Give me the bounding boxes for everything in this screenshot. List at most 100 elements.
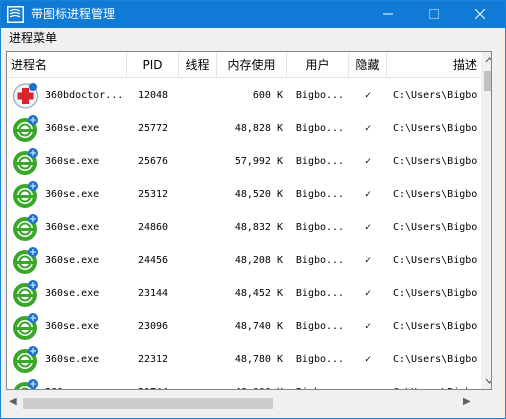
- browser-icon: [11, 378, 40, 389]
- table-row[interactable]: 360se.exe 24860 48,832 K Bigbo... ✓ C:\Users\…: [7, 211, 481, 244]
- process-user: Bigbo...: [295, 321, 345, 332]
- table-row[interactable]: 360se.exe 25312 48,520 K Bigbo... ✓ C:\Users\…: [7, 178, 481, 211]
- column-header-threads[interactable]: 线程: [179, 52, 217, 78]
- table-row[interactable]: 360se.exe 25676 57,992 K Bigbo... ✓ C:\Users\…: [7, 145, 481, 178]
- process-user: Bigbo...: [295, 90, 345, 101]
- horizontal-scrollbar[interactable]: ◀ ▶: [1, 392, 505, 418]
- process-hidden-check: ✓: [349, 376, 387, 389]
- browser-icon: [11, 312, 40, 341]
- process-memory: 48,832 K: [234, 222, 283, 233]
- process-description: C:\Users\Bigbo: [393, 123, 478, 134]
- process-name: 360se.exe: [45, 123, 100, 134]
- scroll-down-icon[interactable]: [481, 372, 492, 389]
- process-description: C:\Users\Bigbo: [393, 156, 478, 167]
- minimize-button[interactable]: [365, 1, 411, 28]
- process-pid: 23096: [137, 321, 169, 332]
- column-header-name[interactable]: 进程名: [7, 52, 127, 78]
- process-name: 360se.exe: [45, 321, 100, 332]
- process-description: C:\Users\Bigbo: [393, 189, 478, 200]
- process-memory: 48,780 K: [234, 354, 283, 365]
- app-icon: [7, 6, 24, 23]
- doctor-icon: [11, 81, 40, 110]
- process-memory: 48,828 K: [234, 123, 283, 134]
- list-header: 进程名 PID 线程 内存使用 用户 隐藏 描述: [7, 52, 481, 78]
- menu-process[interactable]: 进程菜单: [9, 30, 57, 46]
- browser-icon: [11, 345, 40, 374]
- column-header-pid[interactable]: PID: [127, 52, 179, 78]
- process-threads: [179, 376, 217, 389]
- process-name: 360se.exe: [45, 255, 100, 266]
- browser-icon: [11, 180, 40, 209]
- scroll-up-icon[interactable]: [481, 52, 492, 69]
- scroll-right-icon[interactable]: ▶: [463, 396, 471, 407]
- process-hidden-check: ✓: [364, 123, 372, 134]
- process-hidden-check: ✓: [364, 288, 372, 299]
- browser-icon: [11, 213, 40, 242]
- process-user: Bigbo...: [295, 123, 345, 134]
- horizontal-scroll-thumb[interactable]: [23, 398, 273, 409]
- process-hidden-check: ✓: [364, 90, 372, 101]
- process-threads: [179, 211, 217, 244]
- table-row[interactable]: 360se.exe 23144 48,452 K Bigbo... ✓ C:\Users\…: [7, 277, 481, 310]
- process-name: 360se.exe: [45, 156, 100, 167]
- process-threads: [179, 79, 217, 112]
- process-hidden-check: ✓: [364, 222, 372, 233]
- process-threads: [179, 244, 217, 277]
- process-threads: [179, 277, 217, 310]
- vertical-scrollbar[interactable]: [481, 52, 492, 389]
- process-pid: 25772: [137, 123, 169, 134]
- process-description: C:\Users\Bigbo: [393, 321, 478, 332]
- table-row[interactable]: 360se.exe 25772 48,828 K Bigbo... ✓ C:\Users\…: [7, 112, 481, 145]
- menu-bar: 进程菜单: [1, 28, 505, 48]
- process-memory: 48,520 K: [234, 189, 283, 200]
- process-description: C:\Users\Bigbo: [393, 376, 481, 389]
- table-row[interactable]: 360bdoctor... 12048 600 K Bigbo... ✓ C:\Users…: [7, 79, 481, 112]
- process-memory: 48,452 K: [234, 288, 283, 299]
- process-threads: [179, 112, 217, 145]
- process-description: C:\Users\Bigbo: [393, 255, 478, 266]
- column-header-user[interactable]: 用户: [287, 52, 349, 78]
- vertical-scroll-thumb[interactable]: [484, 71, 491, 91]
- process-user: Bigbo...: [295, 189, 345, 200]
- window-title: 带图标进程管理: [31, 7, 116, 21]
- process-name: 360bdoctor...: [45, 90, 124, 101]
- process-pid: 12048: [137, 90, 169, 101]
- process-pid: 21744: [127, 376, 179, 389]
- process-hidden-check: ✓: [364, 156, 372, 167]
- process-list[interactable]: 进程名 PID 线程 内存使用 用户 隐藏 描述 360bdoctor... 12…: [6, 51, 492, 390]
- table-row[interactable]: 360se.exe 23096 48,740 K Bigbo... ✓ C:\Users\…: [7, 310, 481, 343]
- process-memory: 48,740 K: [234, 321, 283, 332]
- process-hidden-check: ✓: [364, 255, 372, 266]
- column-header-hidden[interactable]: 隐藏: [349, 52, 387, 78]
- table-row[interactable]: 360se.exe 24456 48,208 K Bigbo... ✓ C:\Users\…: [7, 244, 481, 277]
- column-header-description[interactable]: 描述: [387, 52, 481, 78]
- browser-icon: [11, 279, 40, 308]
- process-pid: 25312: [137, 189, 169, 200]
- browser-icon: [11, 114, 40, 143]
- process-hidden-check: ✓: [364, 321, 372, 332]
- process-pid: 24860: [137, 222, 169, 233]
- process-pid: 25676: [137, 156, 169, 167]
- browser-icon: [11, 147, 40, 176]
- process-user: Bigbo...: [291, 376, 349, 389]
- process-name: 360se.exe: [45, 222, 100, 233]
- process-name: 360se.exe: [45, 354, 100, 365]
- process-memory: 48,208 K: [234, 255, 283, 266]
- process-hidden-check: ✓: [364, 189, 372, 200]
- column-header-memory[interactable]: 内存使用: [217, 52, 287, 78]
- scroll-left-icon[interactable]: ◀: [9, 396, 17, 407]
- table-row[interactable]: 360se.exe 22312 48,780 K Bigbo... ✓ C:\Users\…: [7, 343, 481, 376]
- process-threads: [179, 178, 217, 211]
- table-row[interactable]: 360se.exe21744 48,000 K Bigbo...✓ C:\Users\…: [7, 376, 481, 389]
- process-description: C:\Users\Bigbo: [393, 354, 478, 365]
- title-bar[interactable]: 带图标进程管理: [1, 1, 505, 28]
- main-window: 带图标进程管理 进程菜单 进程名 PID 线程 内存使用 用户 隐藏 描述 36…: [0, 0, 506, 419]
- close-button[interactable]: [457, 1, 503, 28]
- process-name: 360se.exe: [45, 288, 100, 299]
- process-description: C:\Users\Bigbo: [393, 222, 478, 233]
- process-user: Bigbo...: [295, 255, 345, 266]
- process-description: C:\Users\Bigbo: [393, 288, 478, 299]
- maximize-button[interactable]: [411, 1, 457, 28]
- process-user: Bigbo...: [295, 156, 345, 167]
- process-memory: 48,000 K: [217, 376, 283, 389]
